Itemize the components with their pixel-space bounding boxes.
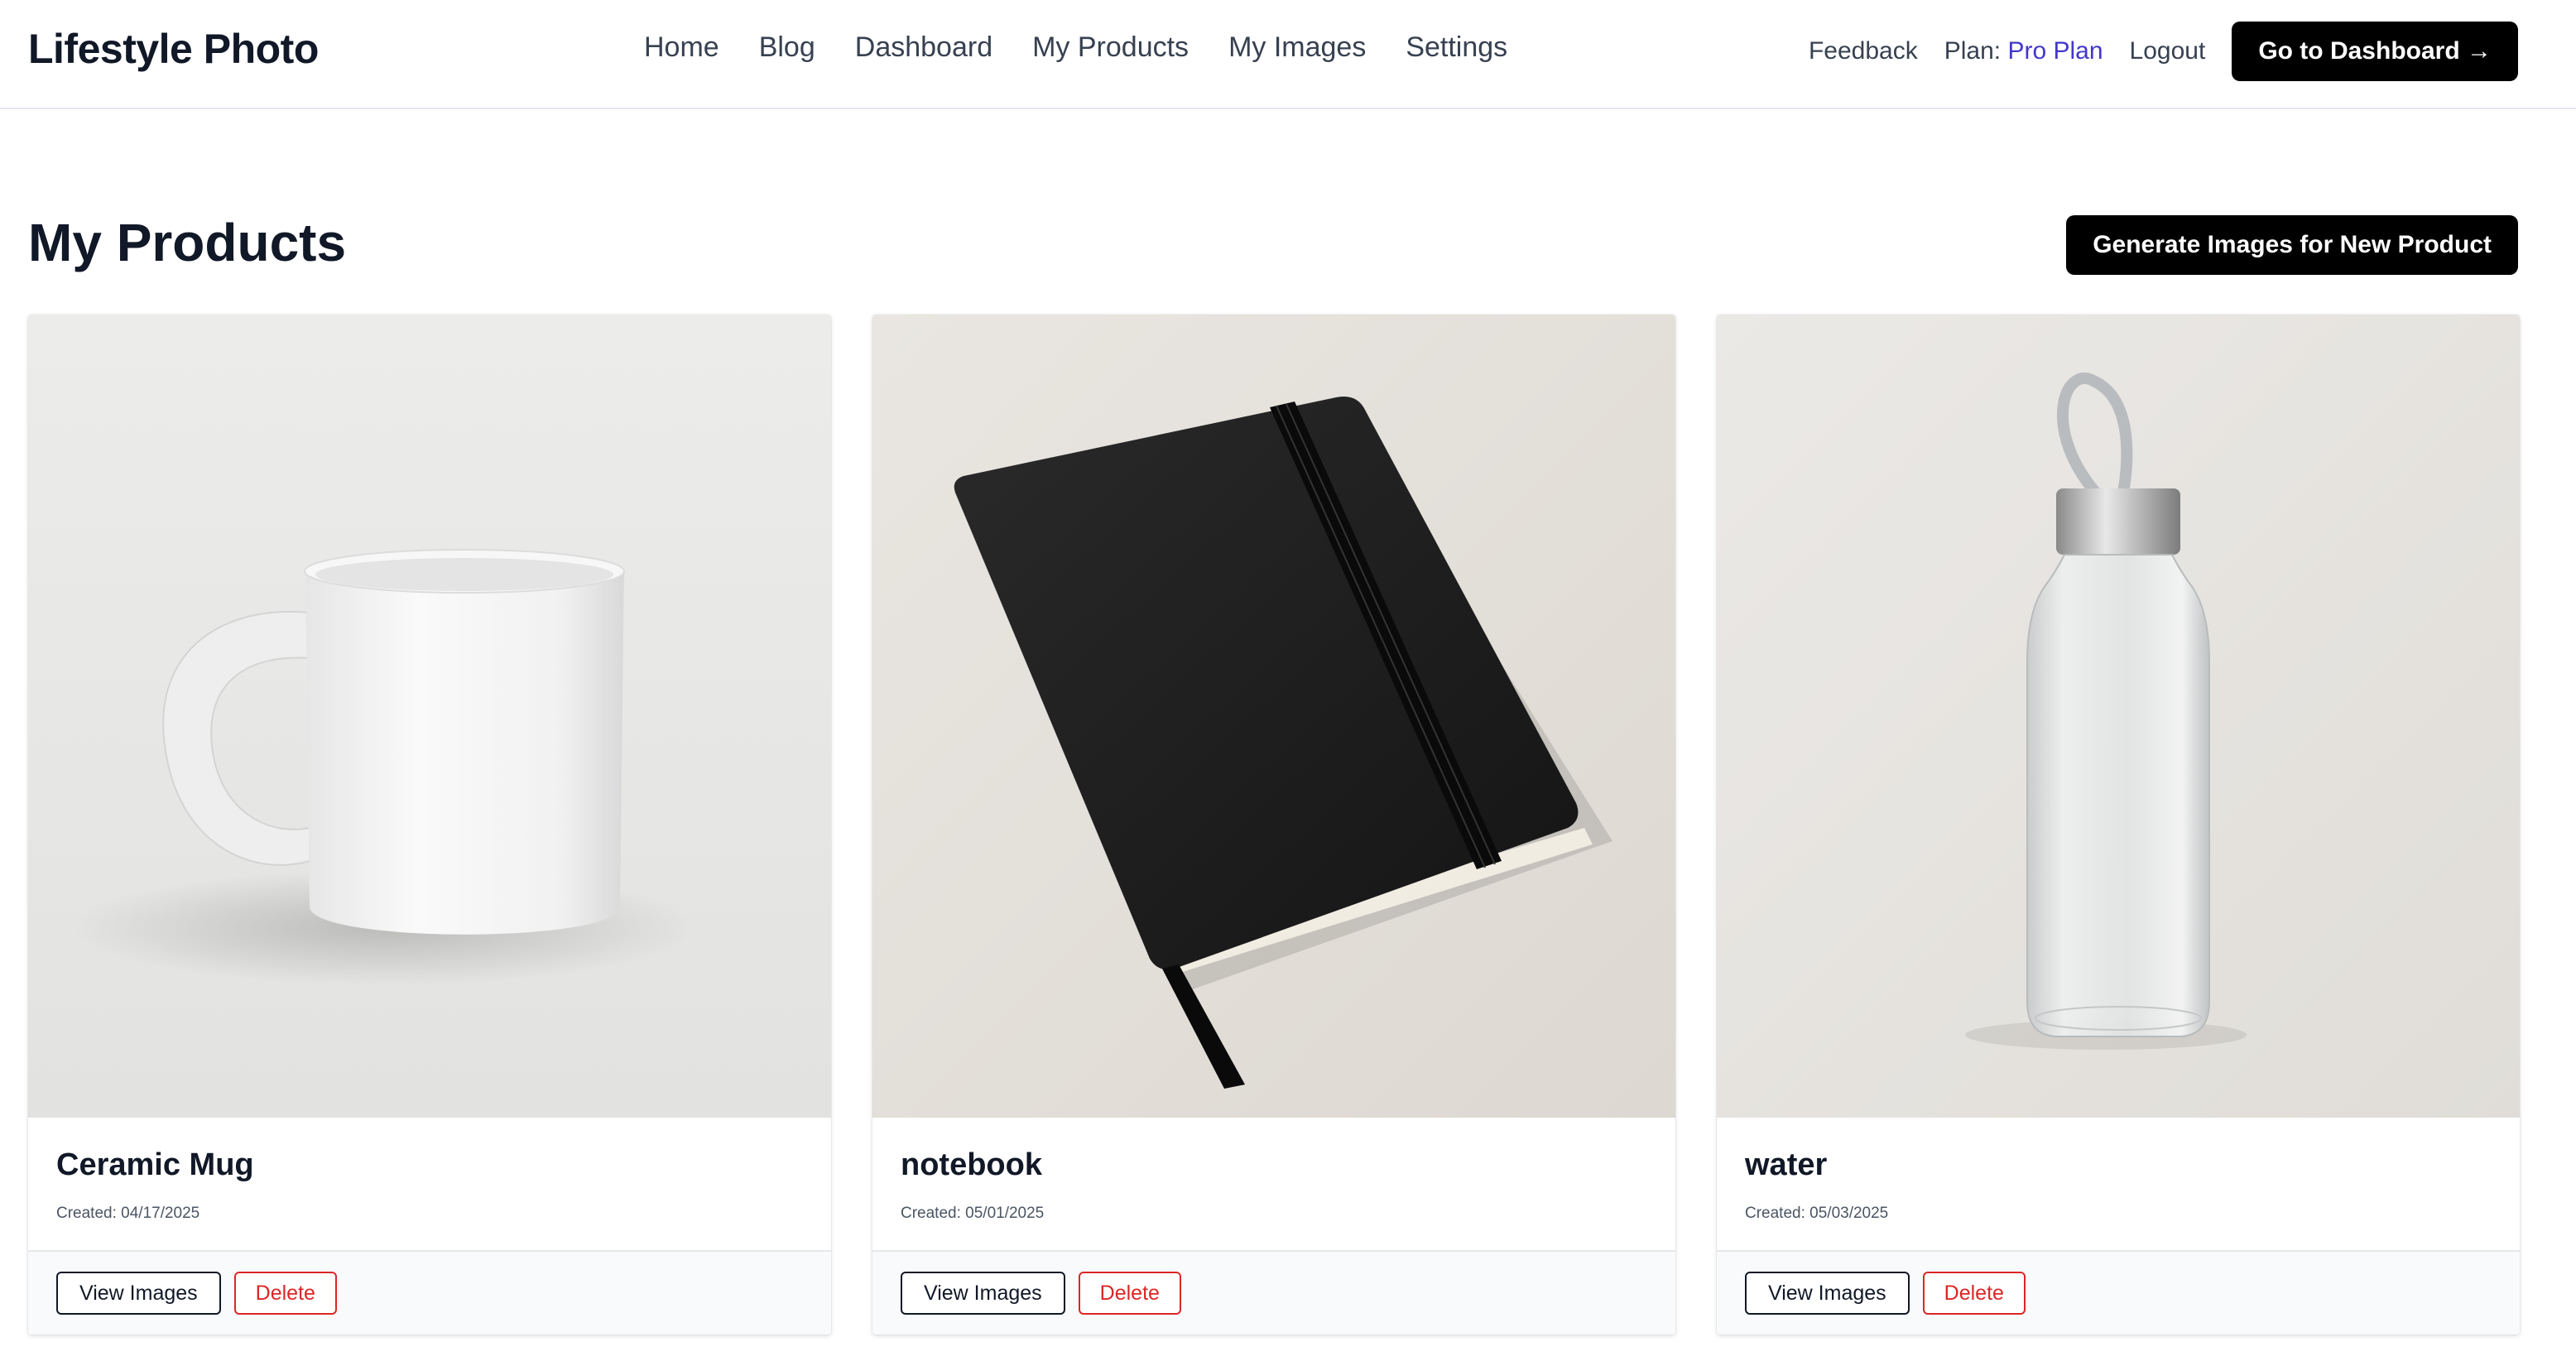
product-info: water Created: 05/03/2025: [1717, 1118, 2520, 1252]
feedback-link[interactable]: Feedback: [1809, 37, 1918, 65]
delete-button[interactable]: Delete: [1078, 1272, 1181, 1315]
product-info: notebook Created: 05/01/2025: [872, 1118, 1675, 1252]
product-actions: View Images Delete: [1717, 1252, 2520, 1335]
product-info: Ceramic Mug Created: 04/17/2025: [28, 1118, 831, 1252]
product-name: notebook: [901, 1147, 1042, 1182]
generate-images-button[interactable]: Generate Images for New Product: [2066, 215, 2518, 275]
product-actions: View Images Delete: [28, 1252, 831, 1335]
mug-image[interactable]: [28, 315, 831, 1118]
go-to-dashboard-button[interactable]: Go to Dashboard →: [2232, 22, 2518, 81]
user-nav: Feedback Plan: Pro Plan Logout Go to Das…: [1809, 22, 2518, 81]
delete-button[interactable]: Delete: [233, 1272, 337, 1315]
plan-indicator: Plan: Pro Plan: [1944, 37, 2103, 65]
plan-name[interactable]: Pro Plan: [2007, 37, 2103, 65]
view-images-button[interactable]: View Images: [901, 1272, 1065, 1315]
product-name: Ceramic Mug: [56, 1147, 254, 1182]
product-card: Ceramic Mug Created: 04/17/2025 View Ima…: [28, 315, 831, 1335]
main-nav: Home Blog Dashboard My Products My Image…: [644, 31, 1507, 64]
product-name: water: [1745, 1147, 1828, 1182]
product-created-date: Created: 05/01/2025: [901, 1205, 1045, 1222]
nav-blog[interactable]: Blog: [759, 31, 815, 64]
top-navbar: Lifestyle Photo Home Blog Dashboard My P…: [0, 0, 2576, 109]
nav-my-products[interactable]: My Products: [1032, 31, 1189, 64]
view-images-button[interactable]: View Images: [56, 1272, 221, 1315]
delete-button[interactable]: Delete: [1922, 1272, 2026, 1315]
product-grid: Ceramic Mug Created: 04/17/2025 View Ima…: [28, 315, 2520, 1335]
page-title: My Products: [28, 213, 347, 272]
nav-dashboard[interactable]: Dashboard: [855, 31, 992, 64]
bottle-image[interactable]: [1717, 315, 2520, 1118]
product-actions: View Images Delete: [872, 1252, 1675, 1335]
view-images-button[interactable]: View Images: [1745, 1272, 1910, 1315]
notebook-image[interactable]: [872, 315, 1675, 1118]
logout-link[interactable]: Logout: [2130, 37, 2206, 65]
nav-my-images[interactable]: My Images: [1228, 31, 1366, 64]
product-card: water Created: 05/03/2025 View Images De…: [1717, 315, 2520, 1335]
product-created-date: Created: 05/03/2025: [1745, 1205, 1889, 1222]
product-card: notebook Created: 05/01/2025 View Images…: [872, 315, 1675, 1335]
nav-settings[interactable]: Settings: [1406, 31, 1507, 64]
product-created-date: Created: 04/17/2025: [56, 1205, 200, 1222]
nav-home[interactable]: Home: [644, 31, 719, 64]
brand-logo[interactable]: Lifestyle Photo: [28, 25, 319, 73]
plan-label: Plan:: [1944, 37, 2002, 65]
